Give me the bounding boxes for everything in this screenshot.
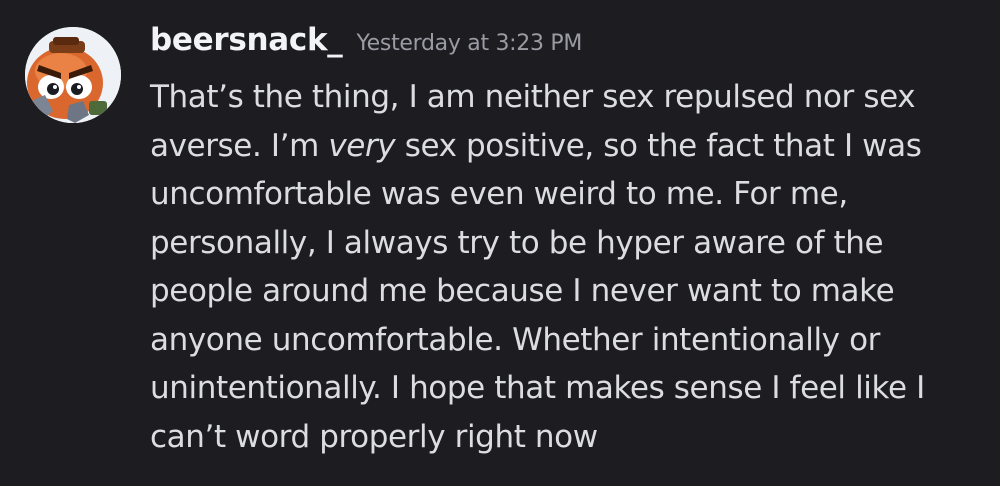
message-line: can’t word properly right now (150, 413, 980, 462)
message-text: personally, I always try to be hyper awa… (150, 224, 884, 261)
message-text: uncomfortable was even weird to me. For … (150, 176, 848, 212)
message-line: unintentionally. I hope that makes sense… (150, 364, 980, 413)
message-line: people around me because I never want to… (150, 267, 980, 316)
message-header: beersnack_ Yesterday at 3:23 PM (150, 22, 582, 70)
chat-message: beersnack_ Yesterday at 3:23 PM That’s th… (0, 0, 1000, 486)
message-line: averse. I’m very sex positive, so the fa… (150, 122, 980, 171)
timestamp[interactable]: Yesterday at 3:23 PM (356, 31, 582, 56)
message-text: unintentionally. I hope that makes sense… (150, 370, 925, 406)
message-text: can’t word properly right now (150, 418, 598, 455)
message-content: That’s the thing, I am neither sex repul… (150, 73, 980, 461)
message-line: personally, I always try to be hyper awa… (150, 219, 980, 268)
message-text: sex positive, so the fact that I was (395, 127, 922, 164)
username[interactable]: beersnack_ (150, 22, 343, 58)
message-text: anyone uncomfortable. Whether intentiona… (150, 321, 880, 358)
message-text: averse. I’m (150, 127, 329, 164)
message-line: anyone uncomfortable. Whether intentiona… (150, 316, 980, 365)
message-text: That’s the thing, I am neither sex repul… (150, 79, 916, 115)
emphasis-text: very (328, 127, 396, 164)
bomb-character-avatar-icon (25, 27, 121, 123)
message-text: people around me because I never want to… (150, 273, 895, 309)
avatar[interactable] (25, 27, 121, 123)
message-line: uncomfortable was even weird to me. For … (150, 170, 980, 219)
message-line: That’s the thing, I am neither sex repul… (150, 73, 980, 122)
